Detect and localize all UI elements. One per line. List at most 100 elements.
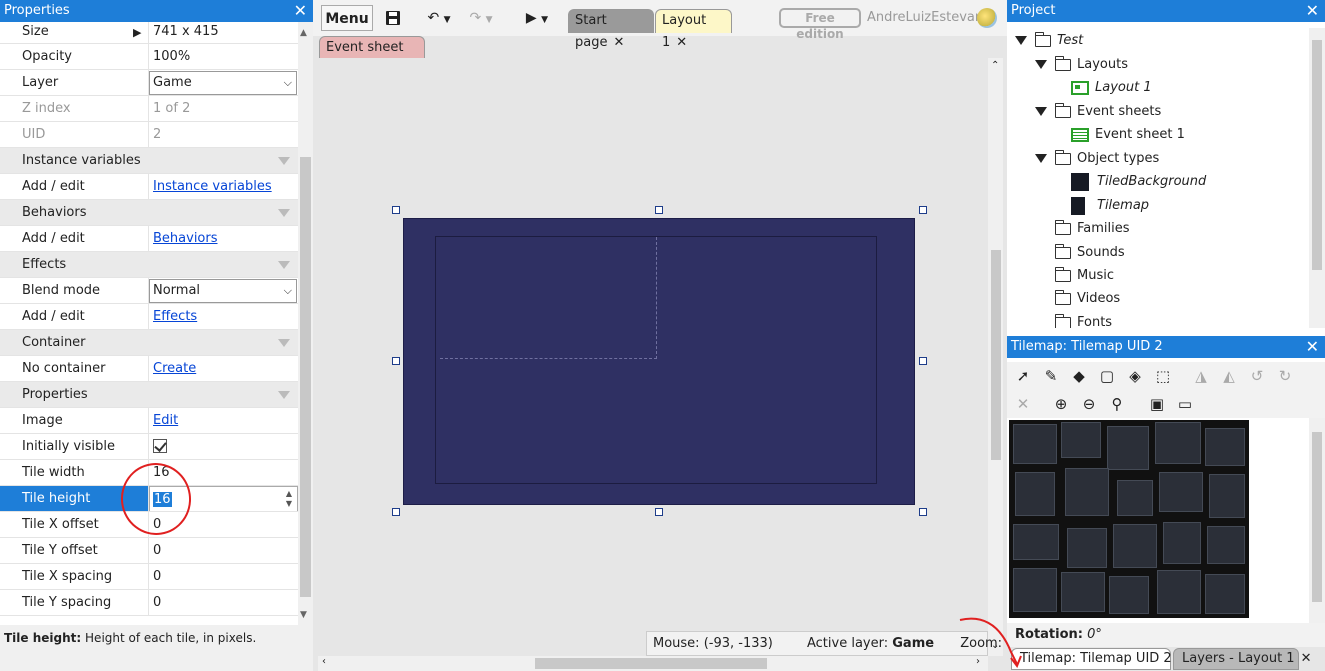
zoom-reset-icon[interactable]: ⚲ xyxy=(1107,394,1127,414)
folder-icon[interactable]: ▭ xyxy=(1175,394,1195,414)
tree-item-families[interactable]: Families xyxy=(1055,218,1130,240)
fill-bucket-icon[interactable]: ◈ xyxy=(1125,366,1145,386)
tree-item-music[interactable]: Music xyxy=(1055,265,1114,287)
prop-row-tile-y-spacing[interactable]: Tile Y spacing 0 xyxy=(0,590,298,616)
prop-row-size[interactable]: Size 741 x 415 xyxy=(0,22,298,44)
instance-variables-link[interactable]: Instance variables xyxy=(153,179,272,194)
avatar[interactable] xyxy=(977,8,997,28)
prop-row-tile-x-spacing[interactable]: Tile X spacing 0 xyxy=(0,564,298,590)
select-icon[interactable]: ⬚ xyxy=(1153,366,1173,386)
section-effects[interactable]: Effects xyxy=(0,252,298,278)
scroll-thumb[interactable] xyxy=(300,157,311,597)
tileset-scrollbar[interactable] xyxy=(1309,418,1325,623)
redo-icon[interactable]: ↷ ▼ xyxy=(463,5,499,31)
close-icon[interactable]: ✕ xyxy=(1306,336,1319,358)
resize-handle[interactable] xyxy=(655,206,663,214)
menu-button[interactable]: Menu xyxy=(321,5,373,31)
resize-handle[interactable] xyxy=(392,206,400,214)
save-icon[interactable]: ▣ xyxy=(1147,394,1167,414)
tileset-image[interactable] xyxy=(1009,420,1249,618)
section-container[interactable]: Container xyxy=(0,330,298,356)
canvas-horizontal-scrollbar[interactable]: ‹ › xyxy=(318,656,988,671)
tree-item-sounds[interactable]: Sounds xyxy=(1055,242,1125,264)
initially-visible-checkbox[interactable] xyxy=(153,439,167,453)
section-behaviors[interactable]: Behaviors xyxy=(0,200,298,226)
scroll-thumb[interactable] xyxy=(991,250,1001,460)
tab-event-sheet-1[interactable]: Event sheet 1✕ xyxy=(319,36,425,77)
section-properties[interactable]: Properties xyxy=(0,382,298,408)
undo-icon[interactable]: ↶ ▼ xyxy=(421,5,457,31)
tree-item-layouts[interactable]: Layouts xyxy=(1035,54,1128,76)
cursor-icon[interactable]: ➚ xyxy=(1013,366,1033,386)
prop-row-opacity[interactable]: Opacity 100% xyxy=(0,44,298,70)
scroll-thumb[interactable] xyxy=(535,658,767,669)
rectangle-icon[interactable]: ▢ xyxy=(1097,366,1117,386)
tab-layout-1[interactable]: Layout 1 ✕ xyxy=(655,9,732,50)
eraser-icon[interactable]: ◆ xyxy=(1069,366,1089,386)
canvas-vertical-scrollbar[interactable]: ⌃ ⌄ xyxy=(988,58,1003,656)
close-icon[interactable]: ✕ xyxy=(676,35,687,50)
tab-start-page[interactable]: Start page ✕ xyxy=(568,9,654,50)
tree-item-tilemap[interactable]: Tilemap xyxy=(1071,195,1149,217)
close-icon[interactable]: ✕ xyxy=(294,0,307,22)
tree-item-object-types[interactable]: Object types xyxy=(1035,148,1159,170)
resize-handle[interactable] xyxy=(392,508,400,516)
project-scrollbar[interactable] xyxy=(1309,28,1325,328)
effects-link[interactable]: Effects xyxy=(153,309,197,324)
scroll-thumb[interactable] xyxy=(1312,40,1322,270)
mirror-icon[interactable]: ◮ xyxy=(1191,366,1211,386)
scroll-up-icon[interactable]: ▲ xyxy=(300,28,307,38)
annotation-arrow xyxy=(959,617,1022,669)
properties-scrollbar[interactable]: ▲ ▼ xyxy=(298,22,313,625)
expand-icon[interactable] xyxy=(1035,154,1047,163)
scroll-down-icon[interactable]: ▼ xyxy=(300,610,307,620)
spinner-icon[interactable]: ▲ ▼ xyxy=(283,489,295,509)
zoom-in-icon[interactable]: ⊕ xyxy=(1051,394,1071,414)
flip-icon[interactable]: ◭ xyxy=(1219,366,1239,386)
tree-item-videos[interactable]: Videos xyxy=(1055,288,1120,310)
chevron-left-icon[interactable]: ‹ xyxy=(322,656,326,667)
edit-image-link[interactable]: Edit xyxy=(153,413,178,428)
expand-icon[interactable] xyxy=(1035,60,1047,69)
tree-item-layout-1[interactable]: Layout 1 xyxy=(1071,77,1152,99)
play-icon[interactable]: ▶ ▼ xyxy=(519,5,555,31)
prop-row-blend[interactable]: Blend mode Normal ⌵ xyxy=(0,278,298,304)
expand-arrow-icon[interactable]: ▶ xyxy=(133,26,141,39)
close-icon[interactable]: ✕ xyxy=(1306,0,1319,22)
zoom-out-icon[interactable]: ⊖ xyxy=(1079,394,1099,414)
tree-item-event-sheet-1[interactable]: Event sheet 1 xyxy=(1071,124,1185,146)
resize-handle[interactable] xyxy=(392,357,400,365)
close-icon[interactable]: ✕ xyxy=(1301,651,1312,666)
layer-select[interactable]: Game ⌵ xyxy=(149,71,297,95)
resize-handle[interactable] xyxy=(919,206,927,214)
prop-row-tile-y-offset[interactable]: Tile Y offset 0 xyxy=(0,538,298,564)
create-container-link[interactable]: Create xyxy=(153,361,196,376)
behaviors-link[interactable]: Behaviors xyxy=(153,231,218,246)
free-edition-badge[interactable]: Free edition xyxy=(779,8,861,41)
scroll-thumb[interactable] xyxy=(1312,432,1322,602)
tree-item-event-sheets[interactable]: Event sheets xyxy=(1035,101,1161,123)
username[interactable]: AndreLuizEstevam xyxy=(867,10,988,25)
pencil-icon[interactable]: ✎ xyxy=(1041,366,1061,386)
resize-handle[interactable] xyxy=(919,357,927,365)
chevron-up-icon[interactable]: ⌃ xyxy=(991,60,999,71)
expand-icon[interactable] xyxy=(1015,36,1027,45)
tab-tilemap[interactable]: Tilemap: Tilemap UID 2✕ xyxy=(1011,648,1189,670)
rotate-cw-icon[interactable]: ↻ xyxy=(1275,366,1295,386)
resize-handle[interactable] xyxy=(655,508,663,516)
tilemap-object[interactable] xyxy=(403,218,915,505)
tab-layers[interactable]: Layers - Layout 1 ✕ xyxy=(1173,648,1311,670)
save-icon[interactable] xyxy=(381,5,405,31)
section-instance-variables[interactable]: Instance variables xyxy=(0,148,298,174)
tree-item-fonts[interactable]: Fonts xyxy=(1055,312,1112,328)
expand-icon[interactable] xyxy=(1035,107,1047,116)
tree-item-root[interactable]: Test xyxy=(1015,30,1083,52)
prop-key: Tile X spacing xyxy=(0,564,149,589)
rotate-ccw-icon[interactable]: ↺ xyxy=(1247,366,1267,386)
clear-icon[interactable]: ✕ xyxy=(1013,394,1033,414)
close-icon[interactable]: ✕ xyxy=(613,35,624,50)
prop-row-layer[interactable]: Layer Game ⌵ xyxy=(0,70,298,96)
resize-handle[interactable] xyxy=(919,508,927,516)
blend-mode-select[interactable]: Normal ⌵ xyxy=(149,279,297,303)
tree-item-tiledbackground[interactable]: TiledBackground xyxy=(1071,171,1206,193)
